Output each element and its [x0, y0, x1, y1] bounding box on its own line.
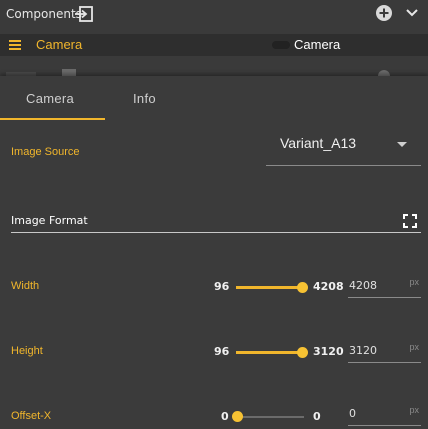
offset-x-max: 0 — [313, 410, 321, 423]
image-source-value: Variant_A13 — [280, 135, 357, 151]
tab-bar: Camera Info — [0, 76, 428, 120]
offset-x-slider-thumb[interactable] — [232, 411, 243, 422]
export-icon[interactable] — [74, 5, 94, 23]
height-min: 96 — [214, 345, 230, 358]
hidden-row — [0, 56, 428, 78]
camera-row-label: Camera — [36, 37, 83, 52]
height-label: Height — [11, 345, 43, 357]
height-slider-thumb[interactable] — [297, 347, 308, 358]
width-slider-thumb[interactable] — [297, 282, 308, 293]
camera-row[interactable]: Camera Camera — [0, 34, 428, 56]
camera-row-right-label: Camera — [294, 37, 341, 52]
width-min: 96 — [214, 280, 230, 293]
height-unit: px — [409, 342, 419, 352]
offset-x-min: 0 — [221, 410, 229, 423]
camera-settings-panel: Camera Info Image Source Variant_A13 Ima… — [0, 76, 428, 429]
width-input[interactable]: 4208 px — [348, 276, 421, 298]
active-tab-indicator — [0, 118, 105, 120]
offset-x-track[interactable] — [236, 416, 304, 418]
expand-icon[interactable] — [403, 214, 417, 228]
height-fill — [236, 351, 303, 354]
tab-info[interactable]: Info — [133, 91, 156, 106]
width-max: 4208 — [313, 280, 344, 293]
image-format-underline — [11, 232, 421, 233]
offset-x-unit: px — [409, 405, 419, 415]
hidden-row-icon — [62, 69, 76, 76]
width-fill — [236, 286, 303, 289]
offset-x-label: Offset-X — [11, 410, 52, 422]
width-value: 4208 — [349, 279, 377, 292]
width-unit: px — [409, 277, 419, 287]
height-input[interactable]: 3120 px — [348, 341, 421, 363]
width-label: Width — [11, 280, 40, 292]
offset-x-input[interactable]: 0 px — [348, 404, 421, 426]
height-max: 3120 — [313, 345, 344, 358]
offset-x-value: 0 — [349, 407, 356, 420]
chevron-down-icon[interactable] — [404, 6, 420, 20]
image-source-select[interactable]: Variant_A13 — [266, 126, 421, 166]
height-value: 3120 — [349, 344, 377, 357]
toggle-icon[interactable] — [272, 41, 290, 49]
components-title: Components — [6, 7, 82, 21]
image-source-label: Image Source — [11, 146, 80, 158]
menu-icon[interactable] — [9, 40, 21, 50]
image-format-label: Image Format — [11, 214, 88, 227]
add-circle-icon[interactable] — [375, 4, 393, 22]
dropdown-caret-icon — [397, 142, 407, 147]
components-header: Components — [0, 0, 428, 30]
tab-camera[interactable]: Camera — [26, 91, 74, 106]
